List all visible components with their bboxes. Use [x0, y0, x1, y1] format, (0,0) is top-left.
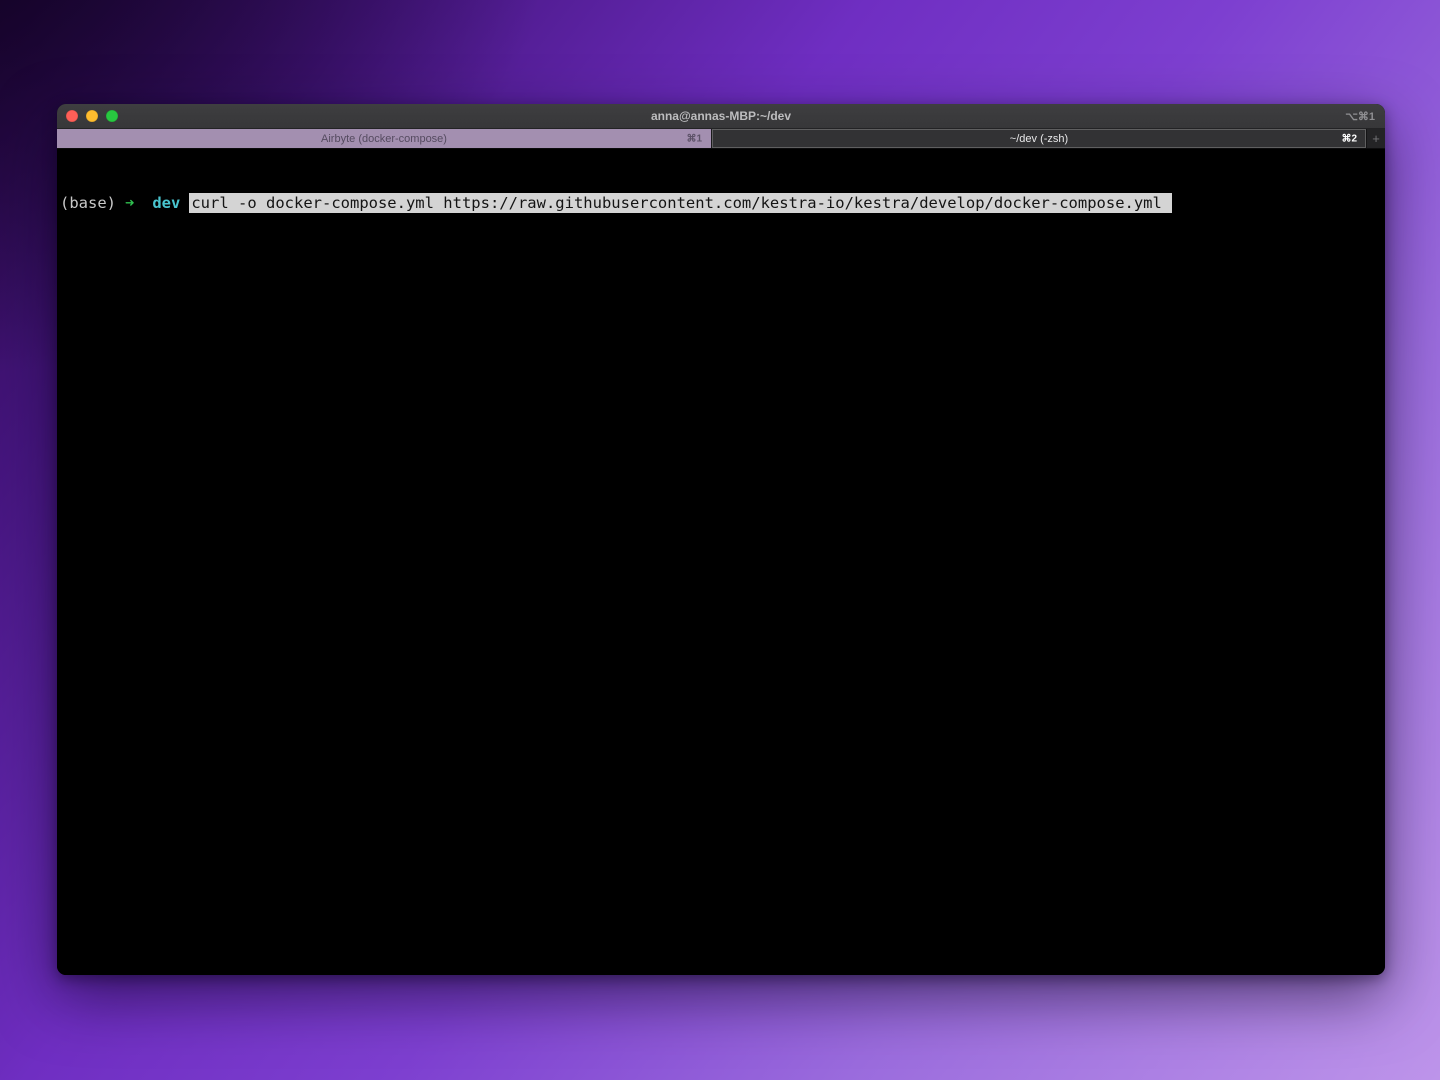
new-tab-button[interactable]: +: [1366, 129, 1385, 148]
conda-env-label: (base): [60, 194, 116, 212]
window-shortcut-hint: ⌥⌘1: [1345, 110, 1375, 123]
tab-shortcut-hint: ⌘2: [1341, 133, 1357, 144]
zoom-button[interactable]: [106, 110, 118, 122]
prompt-directory: dev: [152, 194, 180, 212]
selected-command-text: curl -o docker-compose.yml https://raw.g…: [189, 193, 1172, 213]
desktop-background: anna@annas-MBP:~/dev ⌥⌘1 Airbyte (docker…: [0, 0, 1440, 1080]
traffic-lights: [57, 110, 118, 122]
prompt-arrow-icon: ➜: [125, 194, 134, 212]
tab-shortcut-hint: ⌘1: [686, 133, 702, 144]
window-titlebar[interactable]: anna@annas-MBP:~/dev ⌥⌘1: [57, 104, 1385, 129]
terminal-window: anna@annas-MBP:~/dev ⌥⌘1 Airbyte (docker…: [57, 104, 1385, 975]
minimize-button[interactable]: [86, 110, 98, 122]
prompt-line: (base) ➜ dev curl -o docker-compose.yml htt…: [60, 193, 1382, 214]
tab-label: Airbyte (docker-compose): [321, 133, 447, 145]
close-button[interactable]: [66, 110, 78, 122]
tab-airbyte-docker-compose[interactable]: Airbyte (docker-compose) ⌘1: [57, 129, 712, 148]
plus-icon: +: [1372, 132, 1380, 145]
terminal-content[interactable]: (base) ➜ dev curl -o docker-compose.yml htt…: [57, 149, 1385, 975]
tab-label: ~/dev (-zsh): [1010, 133, 1068, 145]
window-title: anna@annas-MBP:~/dev: [57, 109, 1385, 123]
tab-dev-zsh[interactable]: ~/dev (-zsh) ⌘2: [712, 129, 1366, 148]
tab-bar: Airbyte (docker-compose) ⌘1 ~/dev (-zsh)…: [57, 129, 1385, 149]
